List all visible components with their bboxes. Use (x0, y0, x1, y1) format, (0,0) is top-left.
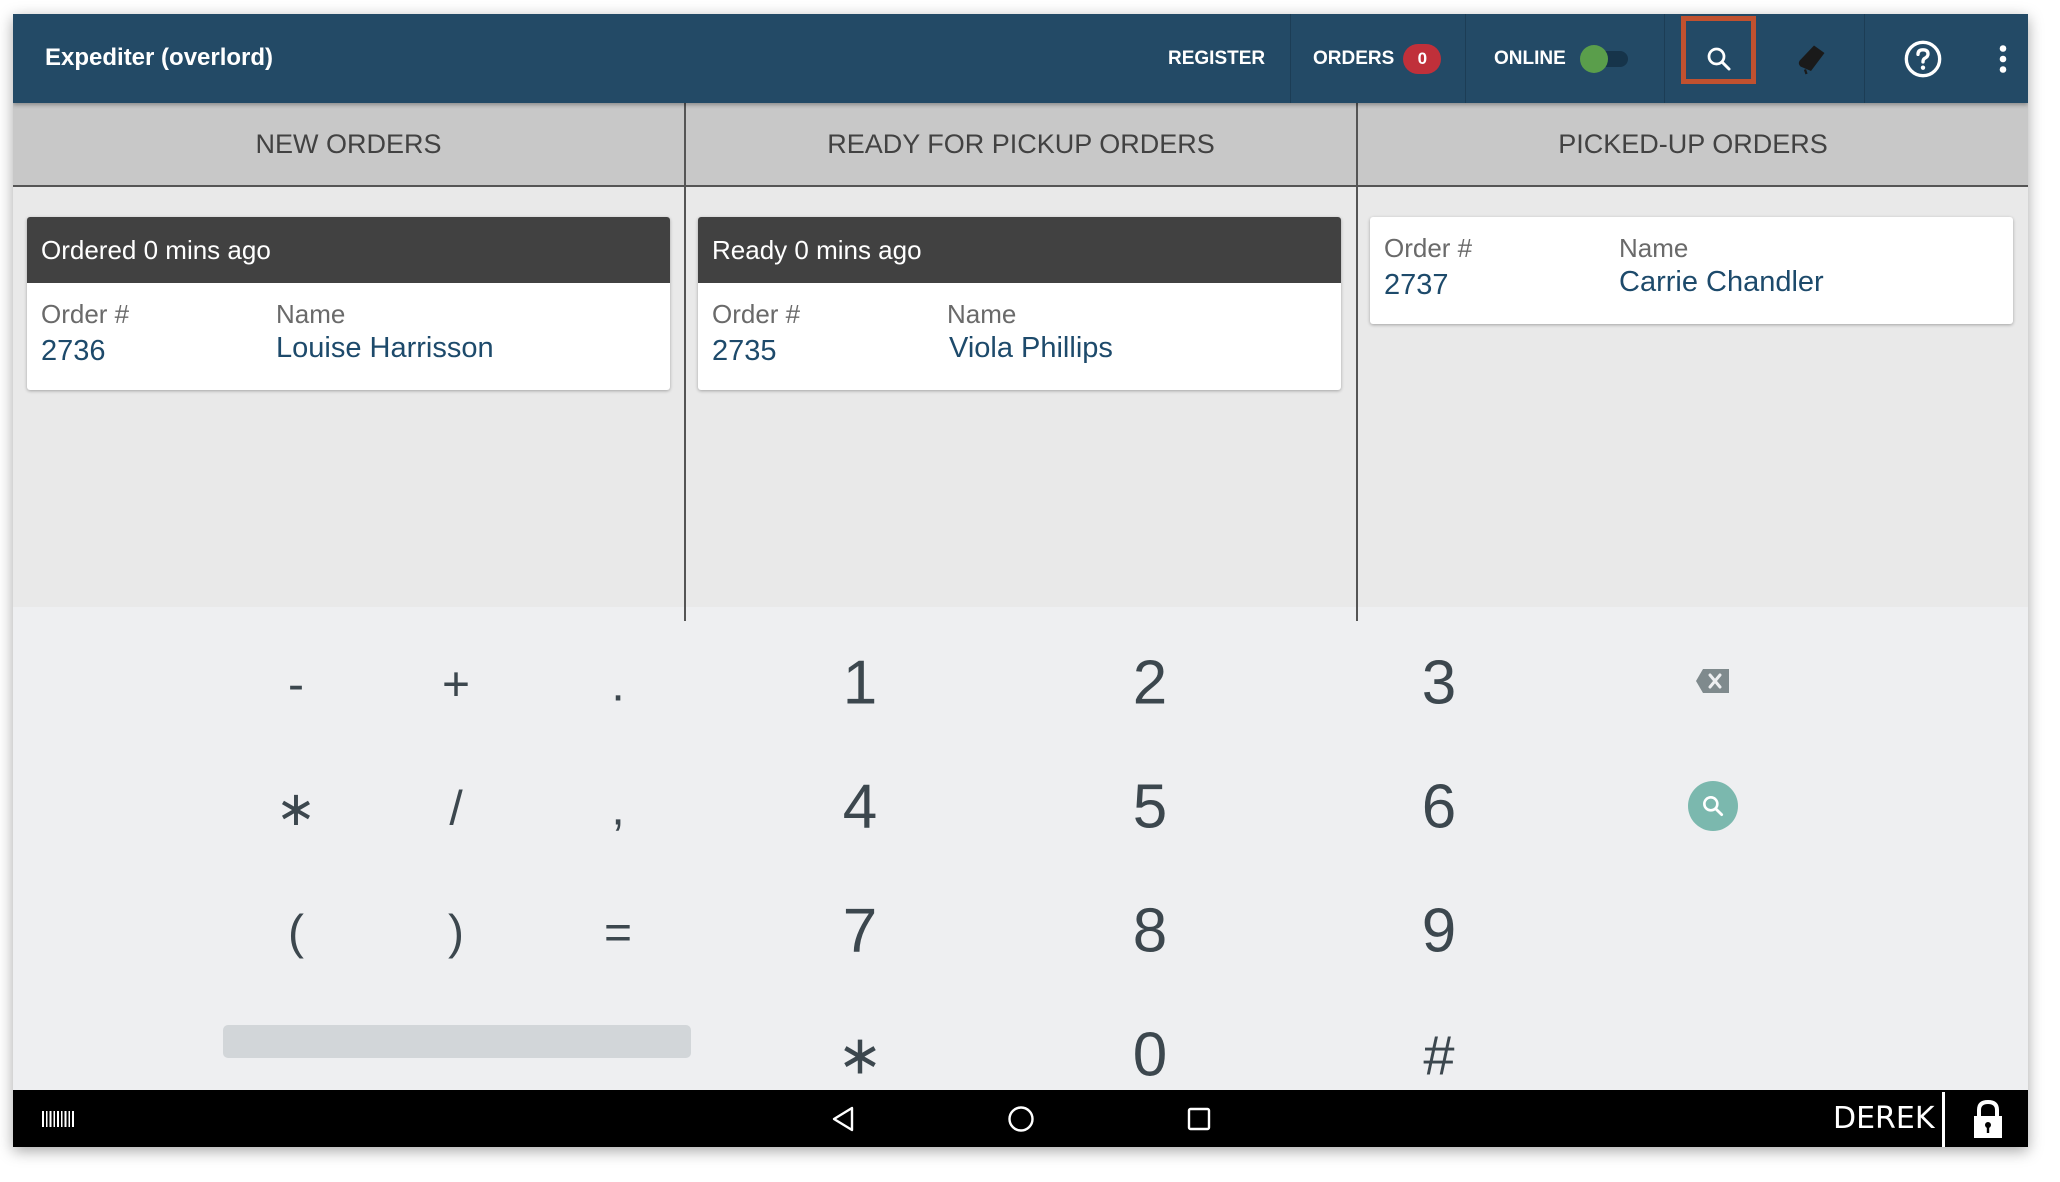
app-bar: Expediter (overlord) REGISTER ORDERS 0 O… (13, 14, 2028, 103)
key-equals[interactable]: = (604, 906, 632, 961)
name-label: Name (1619, 233, 1689, 263)
customer-name: Carrie Chandler (1619, 266, 1824, 298)
backspace-icon (1696, 669, 1729, 693)
system-nav-bar: DEREK (13, 1090, 2028, 1147)
card-body: Order # 2735 Name Viola Phillips (698, 283, 1341, 390)
ready-for-pickup-column: READY FOR PICKUP ORDERS Ready 0 mins ago… (686, 103, 1356, 621)
help-icon (1904, 40, 1942, 77)
spacebar[interactable] (223, 1025, 691, 1058)
orders-count-badge: 0 (1403, 43, 1442, 74)
key-plus[interactable]: + (442, 658, 470, 713)
key-9[interactable]: 9 (1422, 896, 1456, 967)
card-body: Order # 2737 Name Carrie Chandler (1370, 217, 2013, 324)
register-label: REGISTER (1168, 47, 1266, 69)
column-header: PICKED-UP ORDERS (1358, 103, 2028, 187)
home-button[interactable] (996, 1090, 1046, 1147)
column-header: READY FOR PICKUP ORDERS (686, 103, 1356, 187)
key-hash[interactable]: # (1423, 1023, 1454, 1088)
new-orders-column: NEW ORDERS Ordered 0 mins ago Order # 27… (13, 103, 684, 621)
name-label: Name (947, 299, 1017, 329)
key-asterisk[interactable]: ∗ (276, 781, 316, 837)
column-divider (684, 103, 686, 621)
key-2[interactable]: 2 (1133, 648, 1167, 719)
key-0[interactable]: 0 (1133, 1020, 1167, 1091)
picked-up-column: PICKED-UP ORDERS Order # 2737 Name Carri… (1358, 103, 2028, 621)
card-status: Ordered 0 mins ago (27, 217, 670, 283)
lock-button[interactable] (1963, 1090, 2013, 1147)
order-number: 2735 (712, 335, 777, 367)
column-divider (1356, 103, 1358, 621)
column-header: NEW ORDERS (13, 103, 684, 187)
more-menu-button[interactable] (1988, 14, 2018, 103)
order-card[interactable]: Ready 0 mins ago Order # 2735 Name Viola… (698, 217, 1341, 390)
order-number: 2736 (41, 335, 106, 367)
recents-button[interactable] (1174, 1090, 1224, 1147)
app-title: Expediter (overlord) (45, 44, 274, 71)
key-close-paren[interactable]: ) (448, 906, 464, 961)
eraser-button[interactable] (1773, 14, 1848, 103)
card-body: Order # 2736 Name Louise Harrisson (27, 283, 670, 390)
key-period[interactable]: . (611, 658, 624, 713)
recents-icon (1187, 1107, 1211, 1130)
customer-name: Viola Phillips (949, 332, 1113, 364)
key-7[interactable]: 7 (843, 896, 877, 967)
key-4[interactable]: 4 (843, 772, 877, 843)
home-icon (1008, 1105, 1034, 1132)
order-number-label: Order # (41, 299, 130, 329)
barcode-icon (42, 1110, 74, 1127)
appbar-divider (1664, 14, 1665, 103)
key-6[interactable]: 6 (1422, 772, 1456, 843)
search-highlight-box (1681, 16, 1756, 84)
back-icon (832, 1106, 854, 1131)
order-card[interactable]: Ordered 0 mins ago Order # 2736 Name Lou… (27, 217, 670, 390)
key-1[interactable]: 1 (843, 648, 877, 719)
key-minus[interactable]: - (288, 658, 304, 713)
key-5[interactable]: 5 (1133, 772, 1167, 843)
orders-label: ORDERS (1313, 47, 1395, 69)
back-button[interactable] (818, 1090, 868, 1147)
appbar-divider (1290, 14, 1291, 103)
numeric-keyboard: - + . ∗ / , ( ) = 1 2 3 4 5 6 7 8 9 ∗ 0 … (13, 607, 2028, 1090)
key-star[interactable]: ∗ (837, 1024, 882, 1087)
appbar-divider (1465, 14, 1466, 103)
key-open-paren[interactable]: ( (288, 906, 304, 961)
key-slash[interactable]: / (449, 782, 462, 837)
customer-name: Louise Harrisson (276, 332, 494, 364)
eraser-icon (1798, 45, 1824, 74)
orders-button[interactable]: ORDERS 0 (1313, 14, 1442, 103)
online-toggle[interactable] (1579, 44, 1628, 73)
order-number-label: Order # (1384, 233, 1473, 263)
device-screen: Expediter (overlord) REGISTER ORDERS 0 O… (13, 14, 2028, 1147)
lock-icon (1974, 1099, 2002, 1138)
backspace-key[interactable] (1683, 656, 1743, 706)
help-button[interactable] (1893, 14, 1953, 103)
order-number: 2737 (1384, 269, 1449, 301)
nav-divider (1942, 1092, 1945, 1147)
key-comma[interactable]: , (611, 782, 624, 837)
more-vert-icon (1999, 44, 2007, 73)
name-label: Name (276, 299, 346, 329)
toggle-knob (1579, 44, 1608, 73)
search-action-key[interactable] (1688, 781, 1738, 831)
card-status: Ready 0 mins ago (698, 217, 1341, 283)
search-icon (1703, 796, 1724, 817)
register-button[interactable]: REGISTER (1168, 14, 1265, 103)
current-user[interactable]: DEREK (1833, 1090, 1935, 1147)
order-card[interactable]: Order # 2737 Name Carrie Chandler (1370, 217, 2013, 324)
key-3[interactable]: 3 (1422, 648, 1456, 719)
appbar-divider (1864, 14, 1865, 103)
barcode-button[interactable] (38, 1090, 78, 1147)
online-toggle-group: ONLINE (1494, 14, 1628, 103)
order-number-label: Order # (712, 299, 801, 329)
key-8[interactable]: 8 (1133, 896, 1167, 967)
online-label: ONLINE (1494, 47, 1566, 69)
